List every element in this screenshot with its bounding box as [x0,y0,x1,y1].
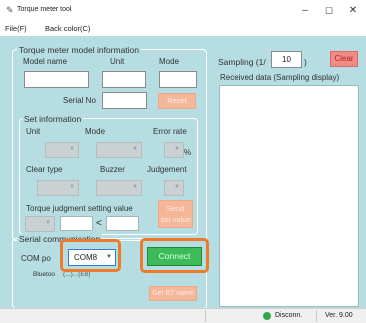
torque-judgment-label: Torque judgment setting value [26,204,133,213]
send-button-line2: set value [160,215,191,224]
menu-bar: File(F) Back color(C) [0,22,366,36]
buzzer-combo[interactable]: ▼ [96,180,142,196]
chevron-down-icon: ▼ [174,146,180,152]
bluetooth-label: Bluetoo [33,271,56,278]
set-info-group: Set information Unit Mode Error rate ▼ ▼… [19,114,198,235]
status-divider [205,310,206,322]
judgment-unit-combo[interactable]: ▼ [25,216,55,232]
model-name-label: Model name [23,57,68,66]
received-data-box[interactable] [219,85,359,307]
clear-type-combo[interactable]: ▼ [37,180,79,196]
judgement-label: Judgement [147,165,187,174]
serial-no-label: Serial No [63,96,96,105]
set-info-legend: Set information [22,114,84,124]
reset-button[interactable]: Reset [158,93,196,109]
com-port-highlight [60,239,121,272]
sampling-input[interactable]: 10 [271,51,302,68]
unit-label: Unit [110,57,125,66]
com-port-label: COM po [21,254,51,263]
window-title: Torque meter tool [17,6,72,13]
percent-label: % [184,148,192,157]
buzzer-label: Buzzer [100,165,125,174]
set-unit-combo[interactable]: ▼ [45,142,79,158]
chevron-down-icon: ▼ [45,220,51,226]
received-data-label: Received data (Sampling display) [220,73,340,82]
mode-label: Mode [159,57,180,66]
chevron-down-icon: ▼ [132,184,138,190]
close-button[interactable]: ✕ [344,3,362,19]
chevron-down-icon: ▼ [132,146,138,152]
bluetooth-device-name: (...)...(E8) [63,271,91,278]
version-label: Ver. 9.00 [325,312,353,319]
set-mode-combo[interactable]: ▼ [96,142,142,158]
clear-button[interactable]: Clear [330,51,358,67]
clear-type-label: Clear type [26,165,63,174]
model-info-group: Torque meter model information Model nam… [12,45,207,241]
mode-field[interactable] [159,71,197,88]
menu-back-color[interactable]: Back color(C) [45,24,90,33]
connection-status: Disconn. [275,312,303,319]
chevron-down-icon: ▼ [69,184,75,190]
judgment-low-field[interactable] [60,216,93,231]
sampling-value: 10 [282,55,291,64]
torque-wrench-icon: ✎ [6,5,14,15]
serial-no-field[interactable] [102,92,147,109]
menu-file[interactable]: File(F) [5,24,27,33]
less-than-label: < [96,218,102,229]
connect-highlight [140,238,209,273]
judgment-high-field[interactable] [106,216,139,231]
unit-field[interactable] [102,71,146,88]
chevron-down-icon: ▼ [69,146,75,152]
send-button-line1: Send [166,204,185,213]
error-rate-combo[interactable]: ▼ [164,142,184,158]
chevron-down-icon: ▼ [174,184,180,190]
maximize-button[interactable]: ☐ [320,3,338,19]
connection-status-icon [263,312,271,320]
send-set-value-button[interactable]: Send set value [158,200,193,228]
status-divider [316,310,317,322]
model-name-field[interactable] [24,71,89,88]
status-bar: Disconn. Ver. 9.00 [0,308,366,323]
client-area: Torque meter model information Model nam… [0,36,366,309]
minimize-button[interactable]: – [296,3,314,19]
sampling-label: Sampling (1/ [218,57,266,67]
title-bar: ✎ Torque meter tool – ☐ ✕ [0,0,366,22]
set-unit-label: Unit [26,127,41,136]
model-info-legend: Torque meter model information [17,45,142,55]
sampling-suffix: ) [304,57,307,67]
app-window: ✎ Torque meter tool – ☐ ✕ File(F) Back c… [0,0,366,323]
set-mode-label: Mode [85,127,106,136]
get-bt-name-button[interactable]: Get BT name [149,286,197,301]
judgement-combo[interactable]: ▼ [164,180,184,196]
error-rate-label: Error rate [153,127,187,136]
